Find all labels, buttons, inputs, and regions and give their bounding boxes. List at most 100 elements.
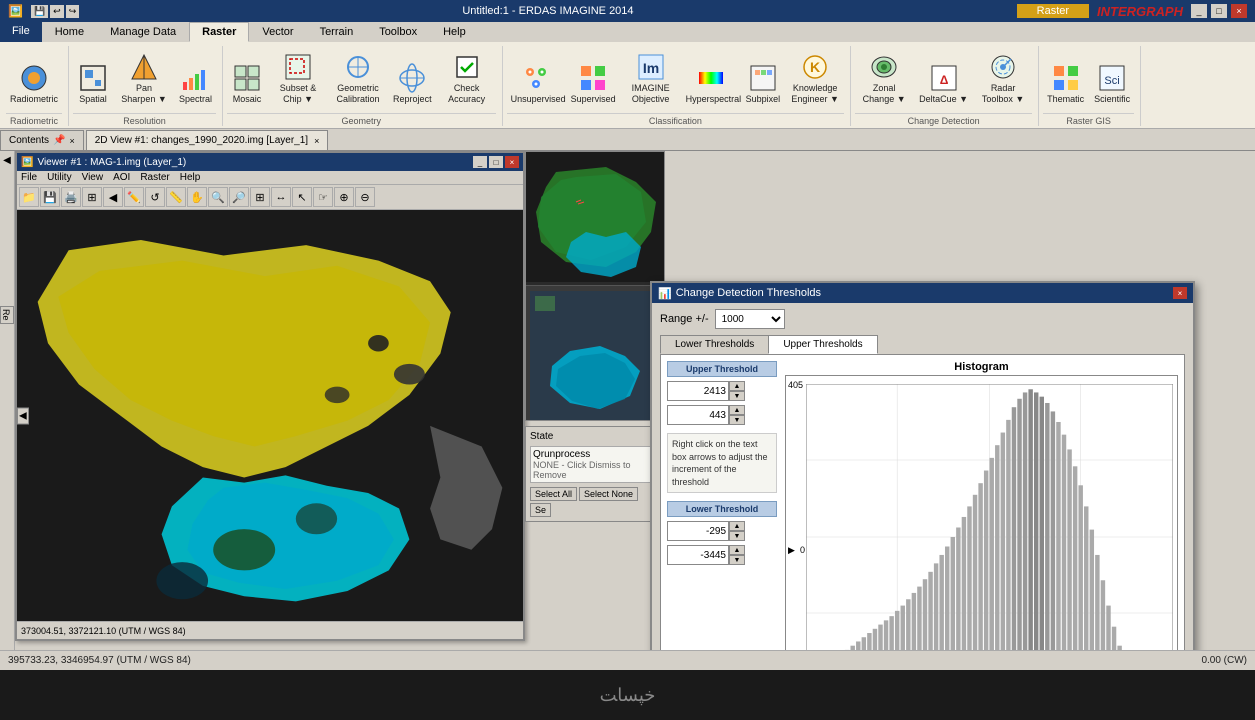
tool-measure[interactable]: 📏 (166, 187, 186, 207)
btn-deltacue[interactable]: Δ DeltaCue ▼ (915, 60, 972, 107)
lower-value-2-input[interactable]: -3445 (667, 545, 729, 565)
tab-file[interactable]: File (0, 22, 42, 42)
btn-check-accuracy[interactable]: Check Accuracy (438, 49, 496, 107)
btn-radiometric[interactable]: Radiometric (6, 60, 62, 107)
upper-value-1-input[interactable]: 2413 (667, 381, 729, 401)
svg-text:Sci: Sci (1104, 75, 1119, 87)
tab-upper-thresholds[interactable]: Upper Thresholds (768, 335, 877, 354)
close-btn[interactable]: × (1231, 4, 1247, 18)
select-none-btn[interactable]: Select None (579, 487, 638, 501)
btn-zonal-change[interactable]: Zonal Change ▼ (855, 49, 913, 107)
btn-spatial[interactable]: Spatial (73, 60, 113, 107)
maximize-btn[interactable]: □ (1211, 4, 1227, 18)
dialog-close-btn[interactable]: × (1173, 287, 1187, 299)
viewer-menu-file[interactable]: File (21, 172, 37, 183)
mosaic-icon (231, 62, 263, 94)
spinbox-1-up[interactable]: ▲ (729, 381, 745, 391)
tool-print[interactable]: 🖨️ (61, 187, 81, 207)
status-coordinates: 395733.23, 3346954.97 (UTM / WGS 84) (8, 655, 191, 666)
minimize-btn[interactable]: _ (1191, 4, 1207, 18)
btn-mosaic[interactable]: Mosaic (227, 60, 267, 107)
tool-pan[interactable]: ✋ (187, 187, 207, 207)
viewer-statusbar: 373004.51, 3372121.10 (UTM / WGS 84) (17, 621, 523, 639)
select-all-btn[interactable]: Select All (530, 487, 577, 501)
tool-zoom-in[interactable]: 🔍 (208, 187, 228, 207)
reproject-icon (396, 62, 428, 94)
viewer-minimize-btn[interactable]: _ (473, 156, 487, 168)
viewer-menu-raster[interactable]: Raster (140, 172, 169, 183)
btn-pan-sharpen[interactable]: Pan Sharpen ▼ (115, 49, 173, 107)
tool-open[interactable]: 📁 (19, 187, 39, 207)
spinbox-1-down[interactable]: ▼ (729, 391, 745, 401)
contents-close-icon[interactable]: × (69, 136, 74, 146)
viewer-maximize-btn[interactable]: □ (489, 156, 503, 168)
btn-unsupervised[interactable]: Unsupervised (507, 60, 565, 107)
tab-lower-thresholds[interactable]: Lower Thresholds (660, 335, 769, 354)
btn-spectral[interactable]: Spectral (175, 60, 216, 107)
tab-help[interactable]: Help (430, 22, 479, 42)
btn-supervised[interactable]: Supervised (567, 60, 620, 107)
tool-prev[interactable]: ◀ (103, 187, 123, 207)
spinbox-2-down[interactable]: ▼ (729, 415, 745, 425)
tool-fit[interactable]: ⊞ (82, 187, 102, 207)
view-2d-tab[interactable]: 2D View #1: changes_1990_2020.img [Layer… (86, 130, 329, 150)
btn-subset-chip[interactable]: Subset & Chip ▼ (269, 49, 327, 107)
btn-geometric-cal[interactable]: Geometric Calibration (329, 49, 387, 107)
tool-hand[interactable]: ☞ (313, 187, 333, 207)
viewer-menu-help[interactable]: Help (180, 172, 201, 183)
subpixel-icon (747, 62, 779, 94)
se-btn[interactable]: Se (530, 503, 551, 517)
viewer-menu-utility[interactable]: Utility (47, 172, 71, 183)
btn-knowledge-eng[interactable]: K Knowledge Engineer ▼ (786, 49, 844, 107)
unsupervised-icon (520, 62, 552, 94)
tool-save[interactable]: 💾 (40, 187, 60, 207)
lower-value-1-input[interactable]: -295 (667, 521, 729, 541)
tab-raster[interactable]: Raster (189, 22, 249, 42)
viewer-close-btn[interactable]: × (505, 156, 519, 168)
spinbox-3-up[interactable]: ▲ (729, 521, 745, 531)
tab-home[interactable]: Home (42, 22, 97, 42)
tool-zoom-fit[interactable]: ↔ (271, 187, 291, 207)
spinbox-3-btns: ▲ ▼ (729, 521, 745, 541)
scientific-label: Scientific (1094, 94, 1130, 105)
classification-items: Unsupervised Supervised Im IMAGINE Objec… (507, 46, 845, 111)
lower-threshold-label: Lower Threshold (667, 501, 777, 517)
tab-vector[interactable]: Vector (249, 22, 306, 42)
tool-grid[interactable]: ⊞ (250, 187, 270, 207)
re-collapse-btn[interactable]: Re (0, 306, 14, 324)
range-select[interactable]: 1000 500 2000 5000 (715, 309, 785, 329)
btn-hyperspectral[interactable]: Hyperspectral (682, 60, 740, 107)
contents-pin-btn[interactable]: 📌 (53, 135, 65, 146)
view-2d-close[interactable]: × (314, 136, 319, 146)
btn-radar-toolbox[interactable]: Radar Toolbox ▼ (974, 49, 1032, 107)
tool-rotate[interactable]: ↺ (145, 187, 165, 207)
quick-access-btn3[interactable]: ↪ (66, 5, 80, 18)
tool-arrow[interactable]: ↖ (292, 187, 312, 207)
quick-access-btn[interactable]: 💾 (31, 5, 48, 18)
spinbox-4-up[interactable]: ▲ (729, 545, 745, 555)
spinbox-3-down[interactable]: ▼ (729, 531, 745, 541)
side-arrow-btn[interactable]: ◀ (17, 407, 29, 424)
spinbox-2-up[interactable]: ▲ (729, 405, 745, 415)
tool-zoom-window[interactable]: ⊕ (334, 187, 354, 207)
hyperspectral-label: Hyperspectral (686, 94, 736, 105)
btn-thematic[interactable]: Thematic (1043, 60, 1088, 107)
tab-toolbox[interactable]: Toolbox (366, 22, 430, 42)
viewer-menu-aoi[interactable]: AOI (113, 172, 130, 183)
btn-reproject[interactable]: Reproject (389, 60, 436, 107)
tab-manage-data[interactable]: Manage Data (97, 22, 189, 42)
tool-select[interactable]: ✏️ (124, 187, 144, 207)
histogram-bars-svg (806, 384, 1173, 650)
contents-tab[interactable]: Contents 📌 × (0, 130, 84, 150)
tab-terrain[interactable]: Terrain (307, 22, 367, 42)
upper-value-2-input[interactable]: 443 (667, 405, 729, 425)
viewer-menu-view[interactable]: View (82, 172, 104, 183)
tool-zoom-minus[interactable]: ⊖ (355, 187, 375, 207)
tool-zoom-out[interactable]: 🔎 (229, 187, 249, 207)
sidebar-collapse-btn[interactable]: ◀ (2, 155, 13, 166)
btn-scientific[interactable]: Sci Scientific (1090, 60, 1134, 107)
spinbox-4-down[interactable]: ▼ (729, 555, 745, 565)
quick-access-btn2[interactable]: ↩ (50, 5, 64, 18)
btn-imagine-obj[interactable]: Im IMAGINE Objective (622, 49, 680, 107)
btn-subpixel[interactable]: Subpixel (742, 60, 785, 107)
